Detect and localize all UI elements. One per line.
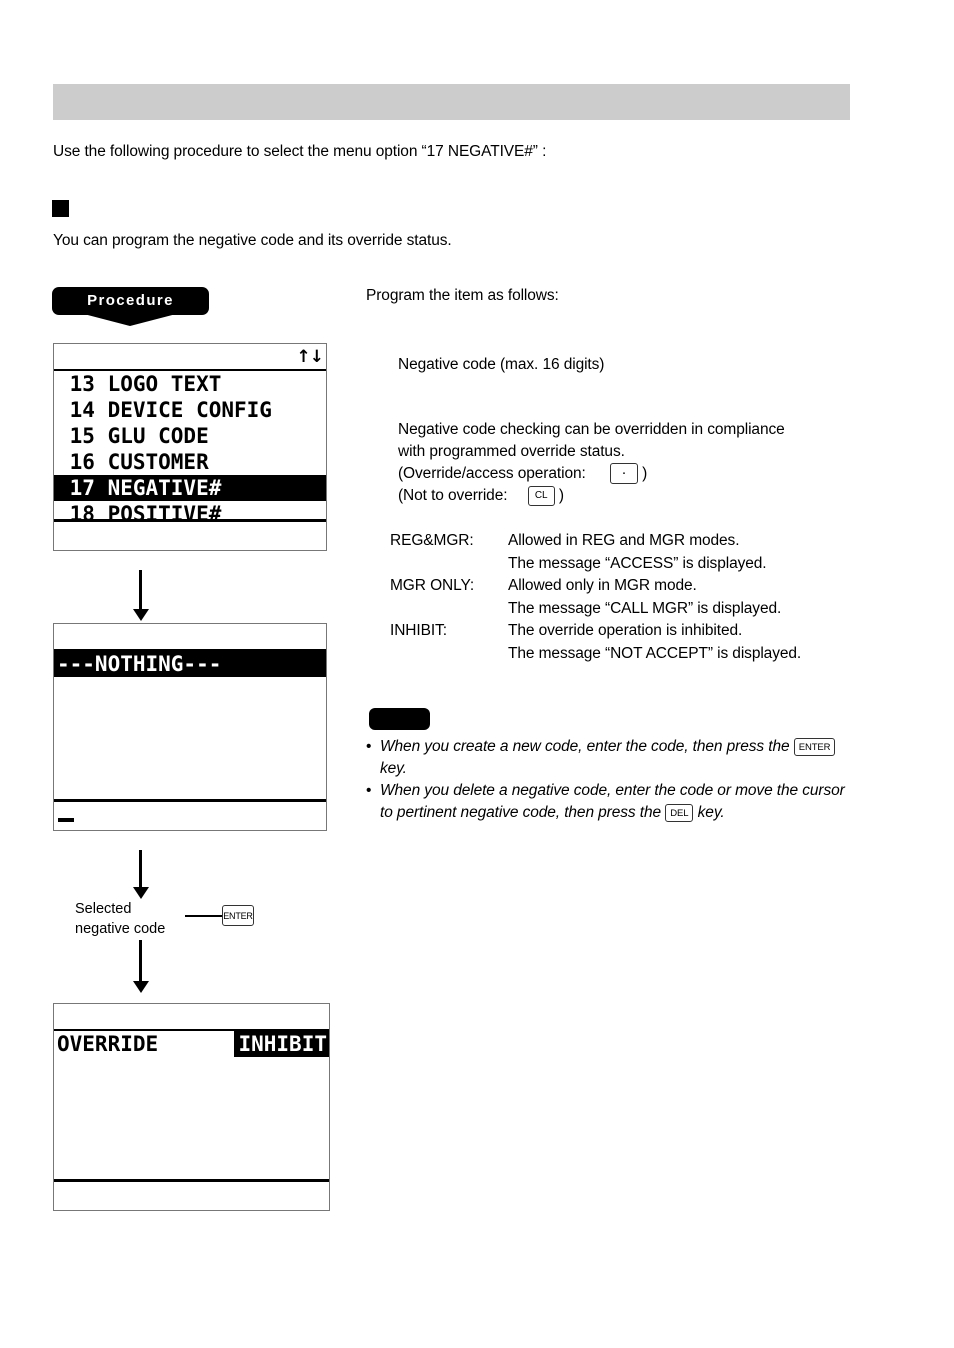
selected-negative-code-label: Selected negative code xyxy=(75,901,166,937)
intro-paragraph: Use the following procedure to select th… xyxy=(53,143,547,160)
note-badge xyxy=(369,708,430,730)
flow-arrow-2 xyxy=(132,850,149,899)
lcd-title-negative-code: #0000000000000001 xyxy=(54,1004,329,1031)
flow-arrow-1 xyxy=(132,570,149,621)
note-bullet-1: • xyxy=(366,738,372,755)
override-desc-line-1: Negative code checking can be overridden… xyxy=(398,421,785,438)
mode-name-inhibit: INHIBIT: xyxy=(390,622,447,639)
menu-item-glu-code[interactable]: 15 GLU CODE xyxy=(54,423,326,449)
note-item-delete-code: • When you delete a negative code, enter… xyxy=(366,780,856,824)
override-value-inhibit[interactable]: INHIBIT xyxy=(234,1031,329,1057)
section-description: You can program the negative code and it… xyxy=(53,232,452,249)
mode-row-inhibit: INHIBIT: The override operation is inhib… xyxy=(390,620,801,665)
lcd-title-setting: SETTING ↑↓ xyxy=(54,344,326,371)
negative-code-description: Negative code (max. 16 digits) xyxy=(398,356,605,373)
not-override-line: (Not to override: CL ) xyxy=(398,485,868,507)
note-text-2a: When you delete a negative code, enter t… xyxy=(380,782,845,821)
mode-row-mgr-only: MGR ONLY: Allowed only in MGR mode. The … xyxy=(390,575,801,620)
mode-name-reg-mgr: REG&MGR: xyxy=(390,532,474,549)
override-access-suffix: ) xyxy=(642,465,648,482)
program-item-intro: Program the item as follows: xyxy=(366,287,559,304)
mode-desc-mgr-only-line1: Allowed only in MGR mode. xyxy=(508,577,697,594)
del-key-cap-note[interactable]: DEL xyxy=(665,803,694,822)
override-label: OVERRIDE xyxy=(57,1032,159,1056)
mode-desc-inhibit-line2: The message “NOT ACCEPT” is displayed. xyxy=(508,644,802,662)
mode-desc-inhibit: The override operation is inhibited. The… xyxy=(508,620,801,665)
note-text-1a: When you create a new code, enter the co… xyxy=(380,738,790,755)
override-modes-table: REG&MGR: Allowed in REG and MGR modes. T… xyxy=(390,530,801,665)
override-access-prefix: (Override/access operation: xyxy=(398,465,586,482)
lcd-statusbar-override xyxy=(54,1179,329,1207)
not-override-suffix: ) xyxy=(558,487,564,504)
not-override-prefix: (Not to override: xyxy=(398,487,508,504)
lcd-statusbar-setting xyxy=(54,519,326,547)
note-bullet-2: • xyxy=(366,782,372,799)
dot-key-cap[interactable]: · xyxy=(609,463,638,485)
section-bullet-square xyxy=(52,200,69,217)
override-access-line: (Override/access operation: · ) xyxy=(398,463,868,485)
menu-item-device-config[interactable]: 14 DEVICE CONFIG xyxy=(54,397,326,423)
note-list: • When you create a new code, enter the … xyxy=(366,736,856,824)
mode-desc-inhibit-line1: The override operation is inhibited. xyxy=(508,622,743,639)
procedure-badge: Procedure xyxy=(52,287,209,326)
lcd-body-negative: ---NOTHING--- xyxy=(54,651,326,827)
page-header-band xyxy=(53,84,850,120)
text-entry-cursor xyxy=(58,818,74,822)
lcd-body-override: OVERRIDE INHIBIT xyxy=(54,1031,329,1207)
enter-key-cap[interactable]: ENTER xyxy=(222,905,254,926)
mode-desc-reg-mgr-line1: Allowed in REG and MGR modes. xyxy=(508,532,740,549)
override-description: Negative code checking can be overridden… xyxy=(398,419,868,507)
mode-desc-reg-mgr-line2: The message “ACCESS” is displayed. xyxy=(508,554,767,572)
lcd-statusbar-negative xyxy=(54,799,326,827)
flow-arrow-1-head xyxy=(132,609,149,621)
flow-arrow-3-head xyxy=(132,981,149,993)
lcd-screen-setting-menu: SETTING ↑↓ 13 LOGO TEXT 14 DEVICE CONFIG… xyxy=(53,343,327,551)
lcd-title-negative: NEGATIVE# xyxy=(54,624,326,651)
menu-item-negative-number-selected[interactable]: 17 NEGATIVE# xyxy=(54,475,326,501)
note-item-create-code: • When you create a new code, enter the … xyxy=(366,736,856,780)
scroll-arrows-icon: ↑↓ xyxy=(296,347,324,367)
note-text-2b: key. xyxy=(697,804,725,821)
note-text-1b: key. xyxy=(380,760,407,777)
mode-row-reg-mgr: REG&MGR: Allowed in REG and MGR modes. T… xyxy=(390,530,801,575)
mode-desc-mgr-only-line2: The message “CALL MGR” is displayed. xyxy=(508,599,782,617)
mode-name-mgr-only: MGR ONLY: xyxy=(390,577,475,594)
menu-item-logo-text[interactable]: 13 LOGO TEXT xyxy=(54,371,326,397)
enter-key-cap-note[interactable]: ENTER xyxy=(793,737,836,756)
lcd-screen-negative-list: NEGATIVE# ---NOTHING--- xyxy=(53,623,327,831)
lcd-screen-negative-code-override: #0000000000000001 OVERRIDE INHIBIT xyxy=(53,1003,330,1211)
procedure-badge-label: Procedure xyxy=(87,292,174,309)
override-status-row[interactable]: OVERRIDE INHIBIT xyxy=(54,1031,329,1057)
flow-arrow-2-head xyxy=(132,887,149,899)
mode-desc-mgr-only: Allowed only in MGR mode. The message “C… xyxy=(508,575,801,620)
menu-item-customer[interactable]: 16 CUSTOMER xyxy=(54,449,326,475)
negative-list-row-nothing[interactable]: ---NOTHING--- xyxy=(54,651,326,677)
lcd-body-setting: 13 LOGO TEXT 14 DEVICE CONFIG 15 GLU COD… xyxy=(54,371,326,547)
cl-key-cap[interactable]: CL xyxy=(527,485,555,506)
mode-desc-reg-mgr: Allowed in REG and MGR modes. The messag… xyxy=(508,530,801,575)
flow-arrow-3 xyxy=(132,940,149,993)
override-desc-line-2: with programmed override status. xyxy=(398,443,625,460)
flow-arrow-to-enter-key xyxy=(185,910,232,921)
